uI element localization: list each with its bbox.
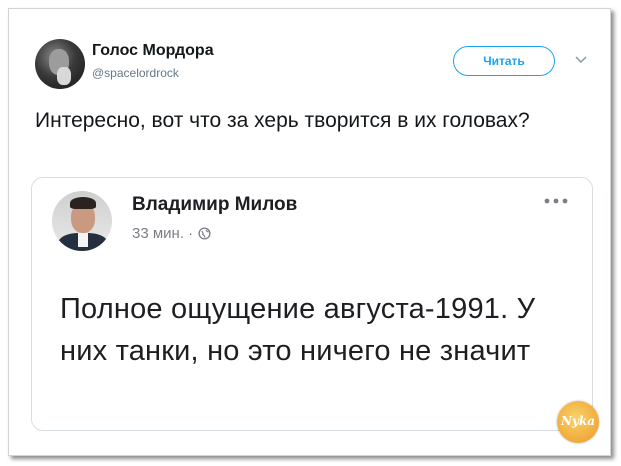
watermark-logo: Nyka	[557, 401, 599, 443]
tweet-text: Интересно, вот что за херь творится в их…	[35, 109, 530, 132]
quoted-author-name[interactable]: Владимир Милов	[132, 194, 297, 216]
author-handle[interactable]: @spacelordrock	[92, 66, 179, 80]
author-avatar[interactable]	[35, 39, 85, 89]
quoted-post-text: Полное ощущение августа-1991. У них танк…	[60, 293, 536, 367]
avatar-hair	[70, 197, 96, 209]
watermark-label: Nyka	[560, 414, 596, 428]
globe-icon	[198, 227, 211, 240]
avatar-collar	[78, 233, 88, 247]
follow-button[interactable]: Читать	[453, 46, 555, 76]
chevron-down-icon[interactable]	[575, 55, 587, 65]
tweet-card: Голос Мордора @spacelordrock Читать Инте…	[8, 8, 611, 456]
quoted-post[interactable]: Владимир Милов 33 мин. · Полное ощущение…	[31, 177, 593, 431]
more-icon[interactable]	[544, 198, 568, 204]
quoted-author-avatar[interactable]	[52, 191, 112, 251]
avatar-hand	[57, 67, 71, 85]
quoted-post-meta: 33 мин. ·	[132, 225, 211, 242]
quoted-post-time[interactable]: 33 мин. ·	[132, 225, 193, 242]
author-name[interactable]: Голос Мордора	[92, 42, 214, 60]
